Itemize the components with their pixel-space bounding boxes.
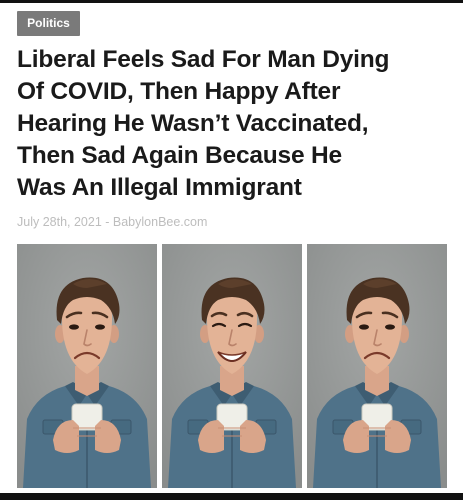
byline: July 28th, 2021 - BabylonBee.com	[17, 215, 208, 229]
portrait-illustration	[307, 244, 447, 488]
headline-line: Of COVID, Then Happy After	[17, 78, 341, 105]
portrait-illustration	[17, 244, 157, 488]
headline[interactable]: Liberal Feels Sad For Man Dying Of COVID…	[17, 44, 457, 204]
headline-line: Was An Illegal Immigrant	[17, 174, 302, 201]
headline-line: Then Sad Again Because He	[17, 142, 342, 169]
top-edge	[0, 0, 463, 3]
photo-panel-happy-center	[162, 244, 302, 488]
portrait-illustration	[162, 244, 302, 488]
category-badge[interactable]: Politics	[17, 11, 80, 36]
photo-panel-sad-left	[17, 244, 157, 488]
headline-line: Liberal Feels Sad For Man Dying	[17, 46, 390, 73]
headline-line: Hearing He Wasn’t Vaccinated,	[17, 110, 369, 137]
photo-panel-sad-right	[307, 244, 447, 488]
photo-strip	[17, 244, 447, 488]
bottom-edge	[0, 493, 463, 500]
